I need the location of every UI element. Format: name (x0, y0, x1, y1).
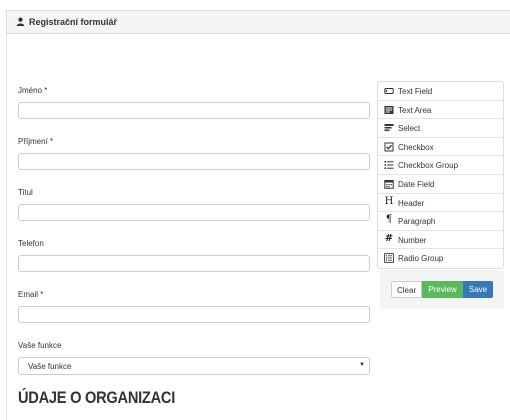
chevron-down-icon: ▼ (359, 362, 365, 368)
text-area-icon (384, 105, 394, 114)
title-input[interactable] (18, 204, 370, 221)
first-name-label: Jméno * (18, 86, 48, 95)
number-icon: # (384, 232, 394, 244)
email-input[interactable] (18, 306, 370, 323)
phone-label: Telefon (18, 239, 44, 248)
calendar-icon (384, 179, 394, 189)
field-toolbox: Text Field Text Area Select Checkbox Che… (377, 81, 504, 269)
tool-text-area[interactable]: Text Area (378, 101, 503, 120)
title-label: Titul (18, 188, 33, 197)
tool-checkbox[interactable]: Checkbox (378, 138, 503, 157)
function-select-value: Vaše funkce (28, 362, 72, 371)
tool-header[interactable]: H Header (378, 194, 503, 213)
last-name-input[interactable] (18, 153, 370, 170)
paragraph-icon: ¶ (385, 214, 393, 226)
select-icon (384, 124, 394, 132)
panel-title: Registrační formulář (29, 17, 118, 27)
function-label: Vaše funkce (18, 341, 62, 350)
preview-button[interactable]: Preview (422, 281, 463, 298)
user-icon (16, 17, 25, 26)
first-name-input[interactable] (18, 102, 370, 119)
function-select[interactable]: Vaše funkce ▼ (18, 357, 370, 375)
radio-group-icon (384, 253, 394, 264)
checkbox-icon (384, 142, 394, 152)
save-button[interactable]: Save (463, 281, 493, 298)
phone-input[interactable] (18, 255, 370, 272)
tool-checkbox-group[interactable]: Checkbox Group (378, 156, 503, 175)
form-actions: Clear Preview Save (380, 270, 504, 309)
header-icon: H (384, 195, 394, 207)
last-name-label: Příjmení * (18, 137, 54, 146)
tool-radio-group[interactable]: Radio Group (378, 249, 503, 268)
panel-header: Registrační formulář (6, 10, 510, 34)
tool-text-field[interactable]: Text Field (378, 82, 503, 101)
email-label: Email * (18, 290, 44, 299)
tool-select[interactable]: Select (378, 119, 503, 138)
checkbox-group-icon (384, 161, 394, 170)
clear-button[interactable]: Clear (391, 281, 422, 298)
tool-date-field[interactable]: Date Field (378, 175, 503, 194)
section-heading: ÚDAJE O ORGANIZACI (18, 388, 176, 407)
tool-paragraph[interactable]: ¶ Paragraph (378, 212, 503, 231)
text-field-icon (384, 88, 394, 94)
tool-number[interactable]: # Number (378, 231, 503, 250)
